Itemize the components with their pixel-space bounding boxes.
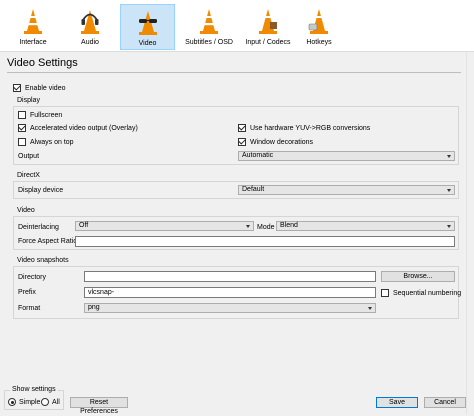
mode-select[interactable]: Blend: [276, 221, 455, 231]
reset-preferences-button[interactable]: Reset Preferences: [70, 397, 128, 415]
prefix-label: Prefix: [18, 289, 36, 296]
accelerated-output-checkbox[interactable]: Accelerated video output (Overlay): [18, 124, 138, 132]
display-group-title: Display: [17, 97, 40, 104]
browse-button[interactable]: Browse...: [381, 271, 455, 282]
video-group-title: Video: [17, 207, 35, 214]
checkbox-label: Always on top: [30, 138, 74, 146]
checkbox-box[interactable]: [18, 111, 26, 119]
preferences-tabbar: Interface Audio Video Subtitles / OSD In…: [0, 0, 474, 52]
window-decorations-checkbox[interactable]: Window decorations: [238, 138, 313, 146]
format-select[interactable]: png: [84, 303, 376, 313]
chevron-down-icon: [246, 225, 250, 228]
chevron-down-icon: [368, 307, 372, 310]
tab-label: Hotkeys: [306, 39, 332, 46]
select-value: png: [88, 304, 100, 311]
tab-label: Input / Codecs: [245, 39, 291, 46]
select-value: Automatic: [242, 152, 274, 159]
mode-label: Mode: [257, 224, 275, 231]
show-settings-label: Show settings: [10, 386, 58, 393]
cancel-button[interactable]: Cancel: [424, 397, 466, 408]
vlc-cone-input-icon: [259, 9, 277, 34]
all-radio[interactable]: All: [41, 398, 60, 406]
radio-label: Simple: [19, 398, 41, 406]
aspect-ratio-label: Force Aspect Ratio: [18, 238, 78, 245]
tab-video[interactable]: Video: [120, 4, 175, 50]
select-value: Off: [79, 222, 89, 229]
format-label: Format: [18, 305, 41, 312]
tab-label: Audio: [81, 39, 99, 46]
directory-input[interactable]: [84, 271, 376, 282]
checkbox-box[interactable]: [13, 84, 21, 92]
prefix-input[interactable]: vlcsnap-: [84, 287, 376, 298]
output-select[interactable]: Automatic: [238, 151, 455, 161]
deinterlacing-label: Deinterlacing: [18, 224, 59, 231]
tab-input-codecs[interactable]: Input / Codecs: [240, 4, 296, 50]
checkbox-label: Window decorations: [250, 138, 314, 146]
tab-label: Video: [138, 40, 157, 47]
fullscreen-checkbox[interactable]: Fullscreen: [18, 111, 62, 119]
scrollbar-track[interactable]: [466, 52, 474, 414]
checkbox-label: Fullscreen: [30, 111, 63, 119]
sequential-numbering-checkbox[interactable]: Sequential numbering: [381, 289, 461, 297]
display-device-label: Display device: [18, 187, 64, 194]
checkbox-box[interactable]: [381, 289, 389, 297]
hw-yuv-checkbox[interactable]: Use hardware YUV->RGB conversions: [238, 124, 370, 132]
directory-label: Directory: [18, 274, 47, 281]
select-value: Default: [242, 186, 265, 193]
chevron-down-icon: [447, 189, 451, 192]
deinterlacing-select[interactable]: Off: [75, 221, 254, 231]
vlc-cone-hotkeys-icon: [308, 9, 328, 34]
vlc-cone-subtitles-icon: [200, 9, 218, 34]
checkbox-box[interactable]: [18, 138, 26, 146]
tab-label: Subtitles / OSD: [185, 39, 233, 46]
checkbox-label: Accelerated video output (Overlay): [30, 124, 138, 132]
simple-radio[interactable]: Simple: [8, 398, 40, 406]
checkbox-label: Enable video: [25, 84, 66, 92]
vlc-cone-headphones-icon: [81, 10, 99, 34]
checkbox-box[interactable]: [238, 138, 246, 146]
checkbox-label: Sequential numbering: [393, 289, 462, 297]
chevron-down-icon: [447, 155, 451, 158]
radio-label: All: [52, 398, 60, 406]
checkbox-box[interactable]: [18, 124, 26, 132]
display-device-select[interactable]: Default: [238, 185, 455, 195]
vlc-cone-glasses-icon: [138, 11, 157, 35]
vlc-cone-icon: [24, 9, 42, 34]
title-divider: [7, 72, 461, 73]
radio-dot[interactable]: [41, 398, 49, 406]
radio-dot[interactable]: [8, 398, 16, 406]
enable-video-checkbox[interactable]: Enable video: [13, 84, 65, 92]
tab-interface[interactable]: Interface: [10, 4, 56, 50]
page-title: Video Settings: [7, 57, 78, 69]
checkbox-label: Use hardware YUV->RGB conversions: [250, 124, 371, 132]
tab-hotkeys[interactable]: Hotkeys: [298, 4, 340, 50]
always-on-top-checkbox[interactable]: Always on top: [18, 138, 74, 146]
save-button[interactable]: Save: [376, 397, 418, 408]
directx-group-title: DirectX: [17, 172, 40, 179]
chevron-down-icon: [447, 225, 451, 228]
aspect-ratio-input[interactable]: [75, 236, 455, 247]
tab-audio[interactable]: Audio: [67, 4, 113, 50]
select-value: Blend: [280, 222, 298, 229]
output-label: Output: [18, 153, 40, 160]
snapshots-group-title: Video snapshots: [17, 257, 69, 264]
tab-subtitles-osd[interactable]: Subtitles / OSD: [181, 4, 237, 50]
checkbox-box[interactable]: [238, 124, 246, 132]
tab-label: Interface: [19, 39, 47, 46]
